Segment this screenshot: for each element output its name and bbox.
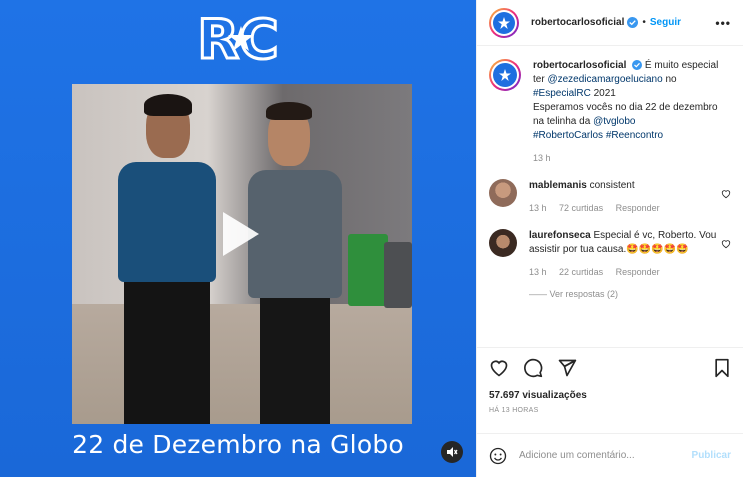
comment-likes[interactable]: 72 curtidas [559, 203, 603, 213]
gray-bin [384, 242, 412, 308]
caption-username[interactable]: robertocarlosoficial [533, 60, 626, 71]
comment-text: consistent [589, 180, 635, 191]
mention-link[interactable]: @tvglobo [593, 116, 635, 127]
separator-dot: • [642, 17, 646, 28]
comment-username[interactable]: mablemanis [529, 180, 587, 191]
media-caption: 22 de Dezembro na Globo [72, 430, 404, 459]
comment-likes[interactable]: 22 curtidas [559, 267, 603, 277]
comment-body: laurefonseca Especial é vc, Roberto. Vou… [529, 229, 724, 279]
hashtag-link[interactable]: #Reencontro [606, 130, 663, 141]
post-caption: robertocarlosoficial É muito especial te… [489, 59, 731, 165]
share-icon[interactable] [557, 358, 577, 378]
comment-item: mablemanis consistent 13 h 72 curtidas R… [489, 179, 731, 215]
heart-icon[interactable] [489, 358, 509, 378]
comments-list[interactable]: robertocarlosoficial É muito especial te… [477, 47, 743, 347]
heart-icon[interactable] [721, 239, 731, 249]
mute-button[interactable] [441, 441, 463, 463]
comment-meta: 13 h 72 curtidas Responder [529, 201, 724, 215]
heart-icon[interactable] [721, 189, 731, 199]
comment-meta: 13 h 22 curtidas Responder [529, 265, 724, 279]
more-options-icon[interactable]: ••• [715, 16, 731, 30]
view-replies-link[interactable]: —— Ver respostas (2) [529, 289, 731, 299]
speaker-muted-icon [447, 447, 458, 457]
verified-badge-icon [632, 60, 643, 70]
publish-button[interactable]: Publicar [692, 450, 731, 461]
person-right-hair [266, 102, 312, 120]
reply-button[interactable]: Responder [616, 203, 660, 213]
avatar[interactable] [489, 7, 519, 38]
hashtag-link[interactable]: #EspecialRC [533, 88, 591, 99]
play-icon[interactable] [213, 208, 265, 260]
add-comment-bar: Publicar [477, 433, 743, 477]
caption-text-2: no [665, 74, 677, 85]
hashtag-link[interactable]: #RobertoCarlos [533, 130, 603, 141]
post-media[interactable]: RC 22 de Dezembro na Globo [0, 0, 476, 477]
comment-time[interactable]: 13 h [529, 267, 547, 277]
star-icon [499, 69, 511, 81]
verified-badge-icon [627, 17, 639, 28]
person-left-body [118, 162, 216, 282]
comment-item: laurefonseca Especial é vc, Roberto. Vou… [489, 229, 731, 279]
comment-icon[interactable] [523, 358, 543, 378]
video-floor [72, 304, 412, 424]
view-count[interactable]: 57.697 visualizações [489, 390, 731, 401]
instagram-post: RC 22 de Dezembro na Globo [0, 0, 743, 477]
emoji-icon[interactable] [489, 447, 507, 465]
caption-time[interactable]: 13 h [533, 153, 551, 163]
rc-logo: RC [197, 7, 279, 71]
post-header: robertocarlosoficial • Seguir ••• [477, 0, 743, 46]
bookmark-icon[interactable] [713, 358, 731, 378]
caption-meta: 13 h [533, 151, 728, 165]
comment-username[interactable]: laurefonseca [529, 230, 591, 241]
caption-avatar[interactable] [489, 59, 521, 91]
post-timestamp[interactable]: HÁ 13 HORAS [489, 407, 731, 414]
person-right-legs [260, 294, 330, 424]
follow-button[interactable]: Seguir [650, 17, 681, 28]
post-sidebar: robertocarlosoficial • Seguir ••• robert… [476, 0, 743, 477]
caption-text-3: 2021 [593, 88, 616, 99]
avatar[interactable] [489, 229, 517, 257]
comment-time[interactable]: 13 h [529, 203, 547, 213]
comment-input[interactable] [519, 450, 669, 461]
caption-body: robertocarlosoficial É muito especial te… [533, 59, 728, 165]
mention-link[interactable]: @zezedicamargoeluciano [547, 74, 662, 85]
header-username[interactable]: robertocarlosoficial [531, 17, 624, 28]
action-icons [489, 356, 731, 380]
comment-body: mablemanis consistent 13 h 72 curtidas R… [529, 179, 724, 215]
star-icon [498, 16, 510, 29]
post-actions: 57.697 visualizações HÁ 13 HORAS [477, 347, 743, 422]
green-bin [348, 234, 388, 306]
person-left-legs [124, 280, 210, 424]
reply-button[interactable]: Responder [616, 267, 660, 277]
avatar[interactable] [489, 179, 517, 207]
person-left-hair [144, 94, 192, 116]
